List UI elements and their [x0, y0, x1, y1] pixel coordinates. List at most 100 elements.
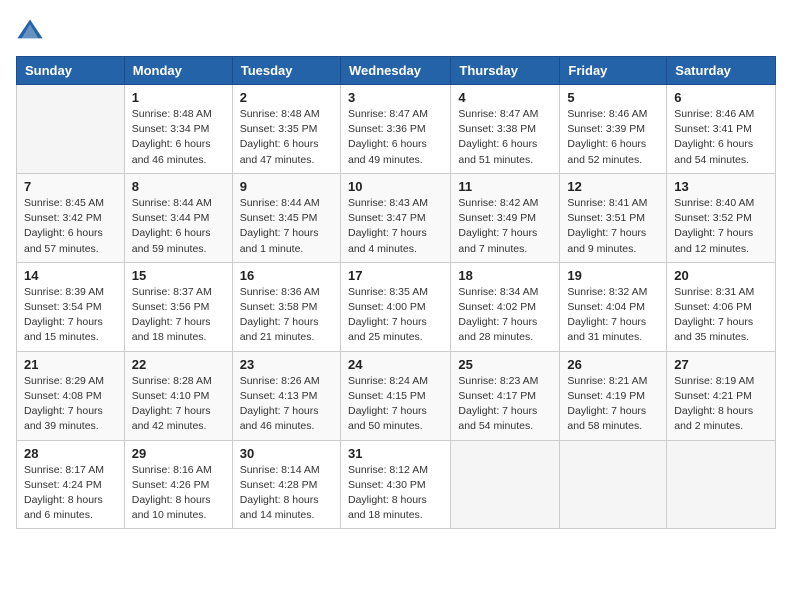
day-info: Sunrise: 8:16 AM Sunset: 4:26 PM Dayligh… — [132, 463, 225, 524]
day-info: Sunrise: 8:29 AM Sunset: 4:08 PM Dayligh… — [24, 374, 117, 435]
day-info: Sunrise: 8:24 AM Sunset: 4:15 PM Dayligh… — [348, 374, 443, 435]
day-info: Sunrise: 8:34 AM Sunset: 4:02 PM Dayligh… — [458, 285, 552, 346]
day-info: Sunrise: 8:21 AM Sunset: 4:19 PM Dayligh… — [567, 374, 659, 435]
calendar-table: SundayMondayTuesdayWednesdayThursdayFrid… — [16, 56, 776, 529]
day-info: Sunrise: 8:23 AM Sunset: 4:17 PM Dayligh… — [458, 374, 552, 435]
day-cell: 31 Sunrise: 8:12 AM Sunset: 4:30 PM Dayli… — [340, 440, 450, 529]
day-info: Sunrise: 8:37 AM Sunset: 3:56 PM Dayligh… — [132, 285, 225, 346]
day-cell: 5 Sunrise: 8:46 AM Sunset: 3:39 PM Daylig… — [560, 85, 667, 174]
day-info: Sunrise: 8:42 AM Sunset: 3:49 PM Dayligh… — [458, 196, 552, 257]
day-cell: 15 Sunrise: 8:37 AM Sunset: 3:56 PM Dayli… — [124, 262, 232, 351]
day-info: Sunrise: 8:46 AM Sunset: 3:39 PM Dayligh… — [567, 107, 659, 168]
day-cell: 17 Sunrise: 8:35 AM Sunset: 4:00 PM Dayli… — [340, 262, 450, 351]
day-number: 14 — [24, 268, 117, 283]
week-row-3: 21 Sunrise: 8:29 AM Sunset: 4:08 PM Dayli… — [17, 351, 776, 440]
day-number: 31 — [348, 446, 443, 461]
header-saturday: Saturday — [667, 57, 776, 85]
day-info: Sunrise: 8:12 AM Sunset: 4:30 PM Dayligh… — [348, 463, 443, 524]
day-cell: 25 Sunrise: 8:23 AM Sunset: 4:17 PM Dayli… — [451, 351, 560, 440]
day-number: 24 — [348, 357, 443, 372]
day-number: 17 — [348, 268, 443, 283]
day-number: 12 — [567, 179, 659, 194]
day-number: 25 — [458, 357, 552, 372]
day-number: 28 — [24, 446, 117, 461]
day-number: 2 — [240, 90, 333, 105]
day-number: 15 — [132, 268, 225, 283]
day-number: 23 — [240, 357, 333, 372]
day-cell: 13 Sunrise: 8:40 AM Sunset: 3:52 PM Dayli… — [667, 173, 776, 262]
day-info: Sunrise: 8:44 AM Sunset: 3:45 PM Dayligh… — [240, 196, 333, 257]
page-header — [16, 16, 776, 44]
day-number: 13 — [674, 179, 768, 194]
day-info: Sunrise: 8:14 AM Sunset: 4:28 PM Dayligh… — [240, 463, 333, 524]
header-wednesday: Wednesday — [340, 57, 450, 85]
day-info: Sunrise: 8:19 AM Sunset: 4:21 PM Dayligh… — [674, 374, 768, 435]
day-info: Sunrise: 8:48 AM Sunset: 3:35 PM Dayligh… — [240, 107, 333, 168]
day-info: Sunrise: 8:32 AM Sunset: 4:04 PM Dayligh… — [567, 285, 659, 346]
day-number: 6 — [674, 90, 768, 105]
day-cell: 26 Sunrise: 8:21 AM Sunset: 4:19 PM Dayli… — [560, 351, 667, 440]
day-number: 9 — [240, 179, 333, 194]
day-info: Sunrise: 8:35 AM Sunset: 4:00 PM Dayligh… — [348, 285, 443, 346]
header-tuesday: Tuesday — [232, 57, 340, 85]
header-friday: Friday — [560, 57, 667, 85]
day-cell: 3 Sunrise: 8:47 AM Sunset: 3:36 PM Daylig… — [340, 85, 450, 174]
day-cell: 7 Sunrise: 8:45 AM Sunset: 3:42 PM Daylig… — [17, 173, 125, 262]
day-cell: 16Sunrise: 8:36 AM Sunset: 3:58 PM Dayli… — [232, 262, 340, 351]
day-info: Sunrise: 8:40 AM Sunset: 3:52 PM Dayligh… — [674, 196, 768, 257]
week-row-0: 1Sunrise: 8:48 AM Sunset: 3:34 PM Daylig… — [17, 85, 776, 174]
day-number: 5 — [567, 90, 659, 105]
day-cell: 6 Sunrise: 8:46 AM Sunset: 3:41 PM Daylig… — [667, 85, 776, 174]
day-cell: 11 Sunrise: 8:42 AM Sunset: 3:49 PM Dayli… — [451, 173, 560, 262]
day-number: 3 — [348, 90, 443, 105]
day-info: Sunrise: 8:44 AM Sunset: 3:44 PM Dayligh… — [132, 196, 225, 257]
day-number: 20 — [674, 268, 768, 283]
day-cell: 27 Sunrise: 8:19 AM Sunset: 4:21 PM Dayli… — [667, 351, 776, 440]
day-number: 11 — [458, 179, 552, 194]
day-cell: 24 Sunrise: 8:24 AM Sunset: 4:15 PM Dayli… — [340, 351, 450, 440]
day-number: 26 — [567, 357, 659, 372]
day-info: Sunrise: 8:36 AM Sunset: 3:58 PM Dayligh… — [240, 285, 333, 346]
day-cell — [17, 85, 125, 174]
day-cell: 14 Sunrise: 8:39 AM Sunset: 3:54 PM Dayli… — [17, 262, 125, 351]
day-number: 8 — [132, 179, 225, 194]
day-cell: 18 Sunrise: 8:34 AM Sunset: 4:02 PM Dayli… — [451, 262, 560, 351]
day-number: 21 — [24, 357, 117, 372]
day-number: 4 — [458, 90, 552, 105]
day-number: 19 — [567, 268, 659, 283]
day-cell: 28 Sunrise: 8:17 AM Sunset: 4:24 PM Dayli… — [17, 440, 125, 529]
day-number: 30 — [240, 446, 333, 461]
day-info: Sunrise: 8:39 AM Sunset: 3:54 PM Dayligh… — [24, 285, 117, 346]
week-row-4: 28 Sunrise: 8:17 AM Sunset: 4:24 PM Dayli… — [17, 440, 776, 529]
day-cell: 23 Sunrise: 8:26 AM Sunset: 4:13 PM Dayli… — [232, 351, 340, 440]
day-number: 22 — [132, 357, 225, 372]
day-cell: 22 Sunrise: 8:28 AM Sunset: 4:10 PM Dayli… — [124, 351, 232, 440]
day-info: Sunrise: 8:28 AM Sunset: 4:10 PM Dayligh… — [132, 374, 225, 435]
day-cell — [451, 440, 560, 529]
day-info: Sunrise: 8:17 AM Sunset: 4:24 PM Dayligh… — [24, 463, 117, 524]
day-info: Sunrise: 8:47 AM Sunset: 3:38 PM Dayligh… — [458, 107, 552, 168]
day-cell: 29 Sunrise: 8:16 AM Sunset: 4:26 PM Dayli… — [124, 440, 232, 529]
day-cell: 2 Sunrise: 8:48 AM Sunset: 3:35 PM Daylig… — [232, 85, 340, 174]
day-info: Sunrise: 8:47 AM Sunset: 3:36 PM Dayligh… — [348, 107, 443, 168]
day-info: Sunrise: 8:46 AM Sunset: 3:41 PM Dayligh… — [674, 107, 768, 168]
day-cell: 10Sunrise: 8:43 AM Sunset: 3:47 PM Dayli… — [340, 173, 450, 262]
day-number: 18 — [458, 268, 552, 283]
day-cell: 21 Sunrise: 8:29 AM Sunset: 4:08 PM Dayli… — [17, 351, 125, 440]
logo — [16, 16, 48, 44]
day-cell: 20Sunrise: 8:31 AM Sunset: 4:06 PM Dayli… — [667, 262, 776, 351]
day-info: Sunrise: 8:26 AM Sunset: 4:13 PM Dayligh… — [240, 374, 333, 435]
day-info: Sunrise: 8:41 AM Sunset: 3:51 PM Dayligh… — [567, 196, 659, 257]
day-cell: 1Sunrise: 8:48 AM Sunset: 3:34 PM Daylig… — [124, 85, 232, 174]
day-cell: 8 Sunrise: 8:44 AM Sunset: 3:44 PM Daylig… — [124, 173, 232, 262]
day-info: Sunrise: 8:45 AM Sunset: 3:42 PM Dayligh… — [24, 196, 117, 257]
calendar-header-row: SundayMondayTuesdayWednesdayThursdayFrid… — [17, 57, 776, 85]
day-info: Sunrise: 8:43 AM Sunset: 3:47 PM Dayligh… — [348, 196, 443, 257]
week-row-2: 14 Sunrise: 8:39 AM Sunset: 3:54 PM Dayli… — [17, 262, 776, 351]
day-number: 27 — [674, 357, 768, 372]
header-sunday: Sunday — [17, 57, 125, 85]
day-number: 7 — [24, 179, 117, 194]
day-cell: 4 Sunrise: 8:47 AM Sunset: 3:38 PM Daylig… — [451, 85, 560, 174]
day-number: 29 — [132, 446, 225, 461]
day-cell: 19 Sunrise: 8:32 AM Sunset: 4:04 PM Dayli… — [560, 262, 667, 351]
